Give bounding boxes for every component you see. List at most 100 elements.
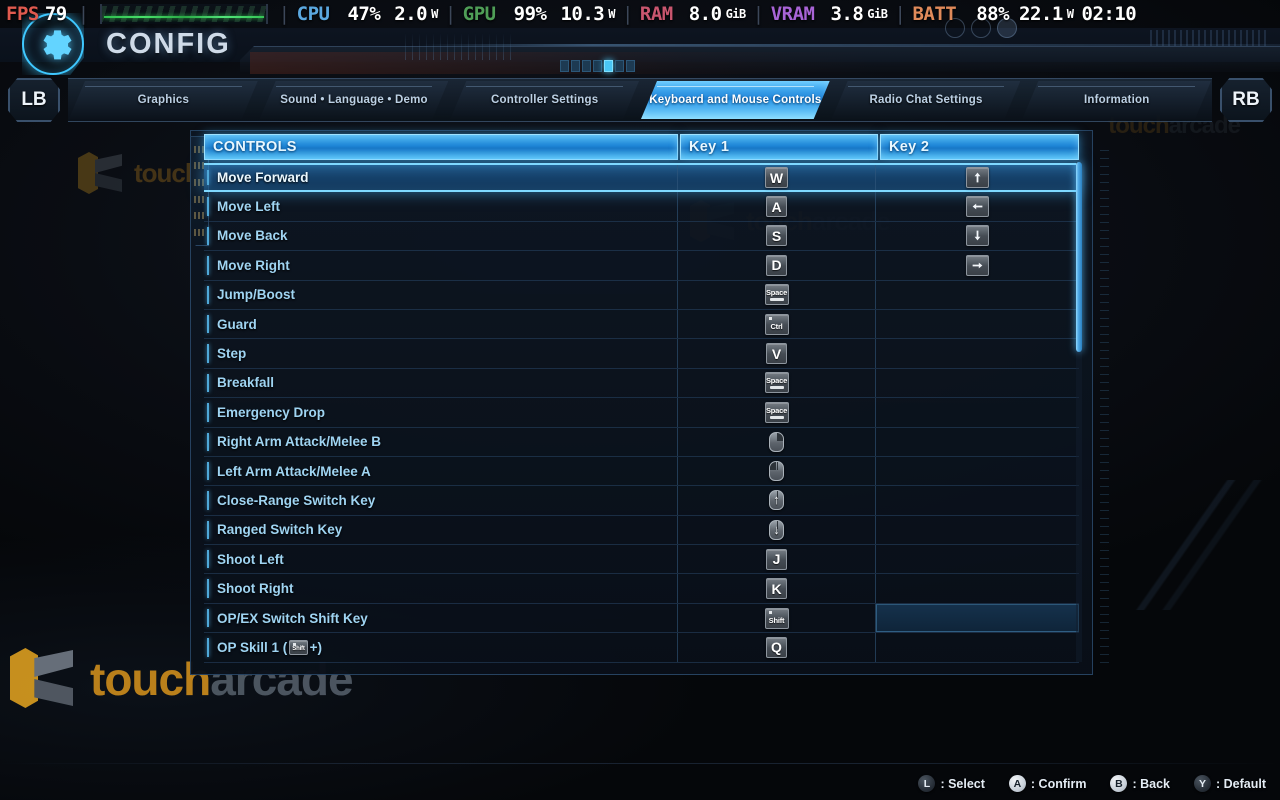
key1-cell[interactable]: Space — [678, 368, 876, 398]
mouse-right-icon[interactable] — [769, 431, 784, 452]
footer-hints: L: Select A: Confirm B: Back Y: Default — [918, 775, 1266, 792]
keycap-arrow-right[interactable] — [966, 254, 989, 276]
keycap-a[interactable]: A — [766, 196, 787, 218]
keycap-k[interactable]: K — [766, 578, 787, 600]
keycap-v[interactable]: V — [766, 343, 787, 365]
column-header-key1: Key 1 — [680, 134, 878, 160]
mouse-wheel-down-icon[interactable]: ↓ — [769, 519, 784, 540]
tab-sound-language-demo[interactable]: Sound • Language • Demo — [260, 81, 449, 119]
keycap-space[interactable]: Space — [764, 284, 789, 306]
control-name: Move Left — [204, 192, 678, 221]
gpu-power: 10.3 — [560, 3, 605, 25]
hud-decorative-band — [240, 46, 1280, 72]
key2-cell[interactable] — [876, 310, 1079, 338]
table-row[interactable]: Shoot Right K — [204, 574, 1079, 604]
mouse-wheel-up-icon[interactable]: ↑ — [769, 490, 784, 511]
key1-cell[interactable]: A — [678, 192, 876, 221]
key1-cell[interactable]: W — [678, 165, 876, 191]
keycap-arrow-down[interactable] — [966, 225, 989, 247]
key2-cell[interactable] — [876, 545, 1079, 573]
batt-time: 02:10 — [1081, 3, 1137, 25]
tab-radio-chat-settings[interactable]: Radio Chat Settings — [832, 81, 1021, 119]
mouse-left-icon[interactable] — [769, 461, 784, 482]
tab-controller-settings[interactable]: Controller Settings — [450, 81, 639, 119]
table-row[interactable]: Move Forward W — [204, 163, 1079, 193]
table-row[interactable]: Breakfall Space — [204, 368, 1079, 399]
table-scrollbar[interactable] — [1076, 162, 1082, 662]
key2-cell[interactable] — [876, 339, 1079, 367]
table-row[interactable]: Close-Range Switch Key ↑ — [204, 486, 1079, 516]
tab-keyboard-and-mouse-controls[interactable]: Keyboard and Mouse Controls — [641, 81, 830, 119]
keycap-arrow-left[interactable] — [966, 196, 989, 218]
keycap-s[interactable]: S — [766, 225, 787, 247]
table-row[interactable]: OP Skill 1 (Shift +) Q — [204, 633, 1079, 663]
table-row[interactable]: Left Arm Attack/Melee A — [204, 456, 1079, 487]
footer-hint: Y: Default — [1194, 775, 1266, 792]
control-name-suffix: +) — [309, 639, 323, 655]
keycap-shift[interactable]: Shift — [764, 607, 789, 629]
table-row[interactable]: OP/EX Switch Shift Key Shift — [204, 603, 1079, 634]
table-row[interactable]: Move Right D — [204, 251, 1079, 281]
key1-cell[interactable]: Space — [678, 280, 876, 309]
key2-cell[interactable] — [876, 486, 1079, 514]
key2-cell[interactable] — [876, 165, 1079, 190]
key1-cell[interactable]: K — [678, 574, 876, 603]
right-bumper-button[interactable]: RB — [1220, 78, 1272, 122]
key1-cell[interactable] — [678, 456, 876, 486]
key2-cell[interactable] — [876, 633, 1079, 661]
key2-cell[interactable] — [876, 222, 1079, 250]
key2-cell[interactable] — [876, 192, 1079, 220]
panel-right-rail — [1100, 150, 1109, 670]
keycap-d[interactable]: D — [766, 254, 787, 276]
control-name: Move Right — [204, 251, 678, 280]
table-row[interactable]: Move Left A — [204, 192, 1079, 222]
key1-cell[interactable]: Shift — [678, 603, 876, 633]
key1-cell[interactable]: D — [678, 251, 876, 280]
key1-cell[interactable]: Space — [678, 398, 876, 427]
left-bumper-button[interactable]: LB — [8, 78, 60, 122]
key2-cell[interactable] — [876, 428, 1079, 456]
gamepad-button-b: B — [1110, 775, 1128, 792]
keycap-ctrl[interactable]: Ctrl — [764, 313, 789, 335]
table-row[interactable]: Ranged Switch Key ↓ — [204, 515, 1079, 546]
keycap-q[interactable]: Q — [766, 636, 787, 658]
table-row[interactable]: Move Back S — [204, 221, 1079, 252]
tab-graphics[interactable]: Graphics — [69, 81, 258, 119]
page-title: CONFIG — [106, 27, 231, 60]
table-row[interactable]: Shoot Left J — [204, 545, 1079, 575]
keycap-w[interactable]: W — [764, 167, 789, 189]
table-row[interactable]: Guard Ctrl — [204, 309, 1079, 340]
key1-cell[interactable]: V — [678, 339, 876, 368]
gamepad-button-a: A — [1008, 775, 1026, 792]
key2-cell[interactable] — [876, 574, 1079, 602]
key2-cell[interactable] — [876, 398, 1079, 426]
key2-cell[interactable] — [876, 603, 1079, 633]
table-row[interactable]: Right Arm Attack/Melee B — [204, 427, 1079, 457]
key2-cell[interactable] — [876, 516, 1079, 544]
key1-cell[interactable]: J — [678, 545, 876, 574]
key2-cell[interactable] — [876, 457, 1079, 485]
hud-red-glow — [250, 52, 870, 74]
key2-cell[interactable] — [876, 369, 1079, 397]
hud-block-indicators — [1150, 30, 1270, 46]
keycap-j[interactable]: J — [766, 548, 787, 570]
key1-cell[interactable]: Q — [678, 633, 876, 662]
key1-cell[interactable]: ↑ — [678, 486, 876, 515]
keycap-arrow-up[interactable] — [966, 167, 989, 189]
key1-cell[interactable]: ↓ — [678, 515, 876, 545]
batt-percent: 88% — [976, 3, 1010, 25]
key1-cell[interactable] — [678, 427, 876, 456]
tab-information[interactable]: Information — [1022, 81, 1211, 119]
key2-cell[interactable] — [876, 281, 1079, 309]
table-row[interactable]: Jump/Boost Space — [204, 280, 1079, 310]
key2-cell[interactable] — [876, 251, 1079, 279]
keycap-space[interactable]: Space — [764, 401, 789, 423]
key1-cell[interactable]: S — [678, 221, 876, 251]
batt-power-unit: W — [1066, 7, 1074, 21]
table-row[interactable]: Emergency Drop Space — [204, 398, 1079, 428]
table-row[interactable]: Step V — [204, 339, 1079, 369]
footer-hint: A: Confirm — [1008, 775, 1086, 792]
scrollbar-thumb[interactable] — [1076, 162, 1082, 352]
keycap-space[interactable]: Space — [764, 372, 789, 394]
key1-cell[interactable]: Ctrl — [678, 309, 876, 339]
